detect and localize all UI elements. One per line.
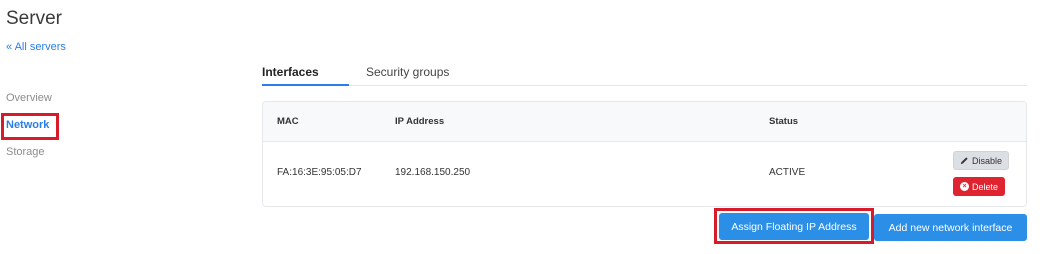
sidebar-item-overview[interactable]: Overview bbox=[6, 92, 52, 104]
tab-interfaces[interactable]: Interfaces bbox=[262, 65, 319, 79]
add-network-interface-button[interactable]: Add new network interface bbox=[874, 214, 1027, 241]
delete-button-label: Delete bbox=[971, 181, 998, 192]
active-tab-indicator bbox=[262, 84, 349, 86]
disable-button-label: Disable bbox=[971, 155, 1002, 166]
disable-button[interactable]: Disable bbox=[953, 151, 1009, 170]
interfaces-table: MAC IP Address Status FA:16:3E:95:05:D7 … bbox=[262, 101, 1027, 207]
mac-cell: FA:16:3E:95:05:D7 bbox=[277, 167, 362, 178]
close-circle-icon: × bbox=[959, 182, 969, 191]
delete-button[interactable]: × Delete bbox=[953, 177, 1005, 196]
page-title: Server bbox=[6, 8, 62, 29]
assign-floating-ip-button[interactable]: Assign Floating IP Address bbox=[719, 213, 869, 240]
column-header-ip: IP Address bbox=[395, 116, 445, 127]
tab-security-groups[interactable]: Security groups bbox=[366, 65, 449, 79]
column-header-mac: MAC bbox=[277, 116, 299, 127]
sidebar-item-network[interactable]: Network bbox=[6, 119, 49, 131]
ip-cell: 192.168.150.250 bbox=[395, 167, 471, 178]
all-servers-link[interactable]: « All servers bbox=[6, 41, 66, 53]
sidebar-item-storage[interactable]: Storage bbox=[6, 146, 45, 158]
table-header: MAC IP Address Status bbox=[263, 102, 1026, 142]
pencil-icon bbox=[960, 157, 968, 165]
status-cell: ACTIVE bbox=[769, 167, 806, 178]
tab-bar: Interfaces Security groups bbox=[262, 60, 1027, 86]
column-header-status: Status bbox=[769, 116, 799, 127]
